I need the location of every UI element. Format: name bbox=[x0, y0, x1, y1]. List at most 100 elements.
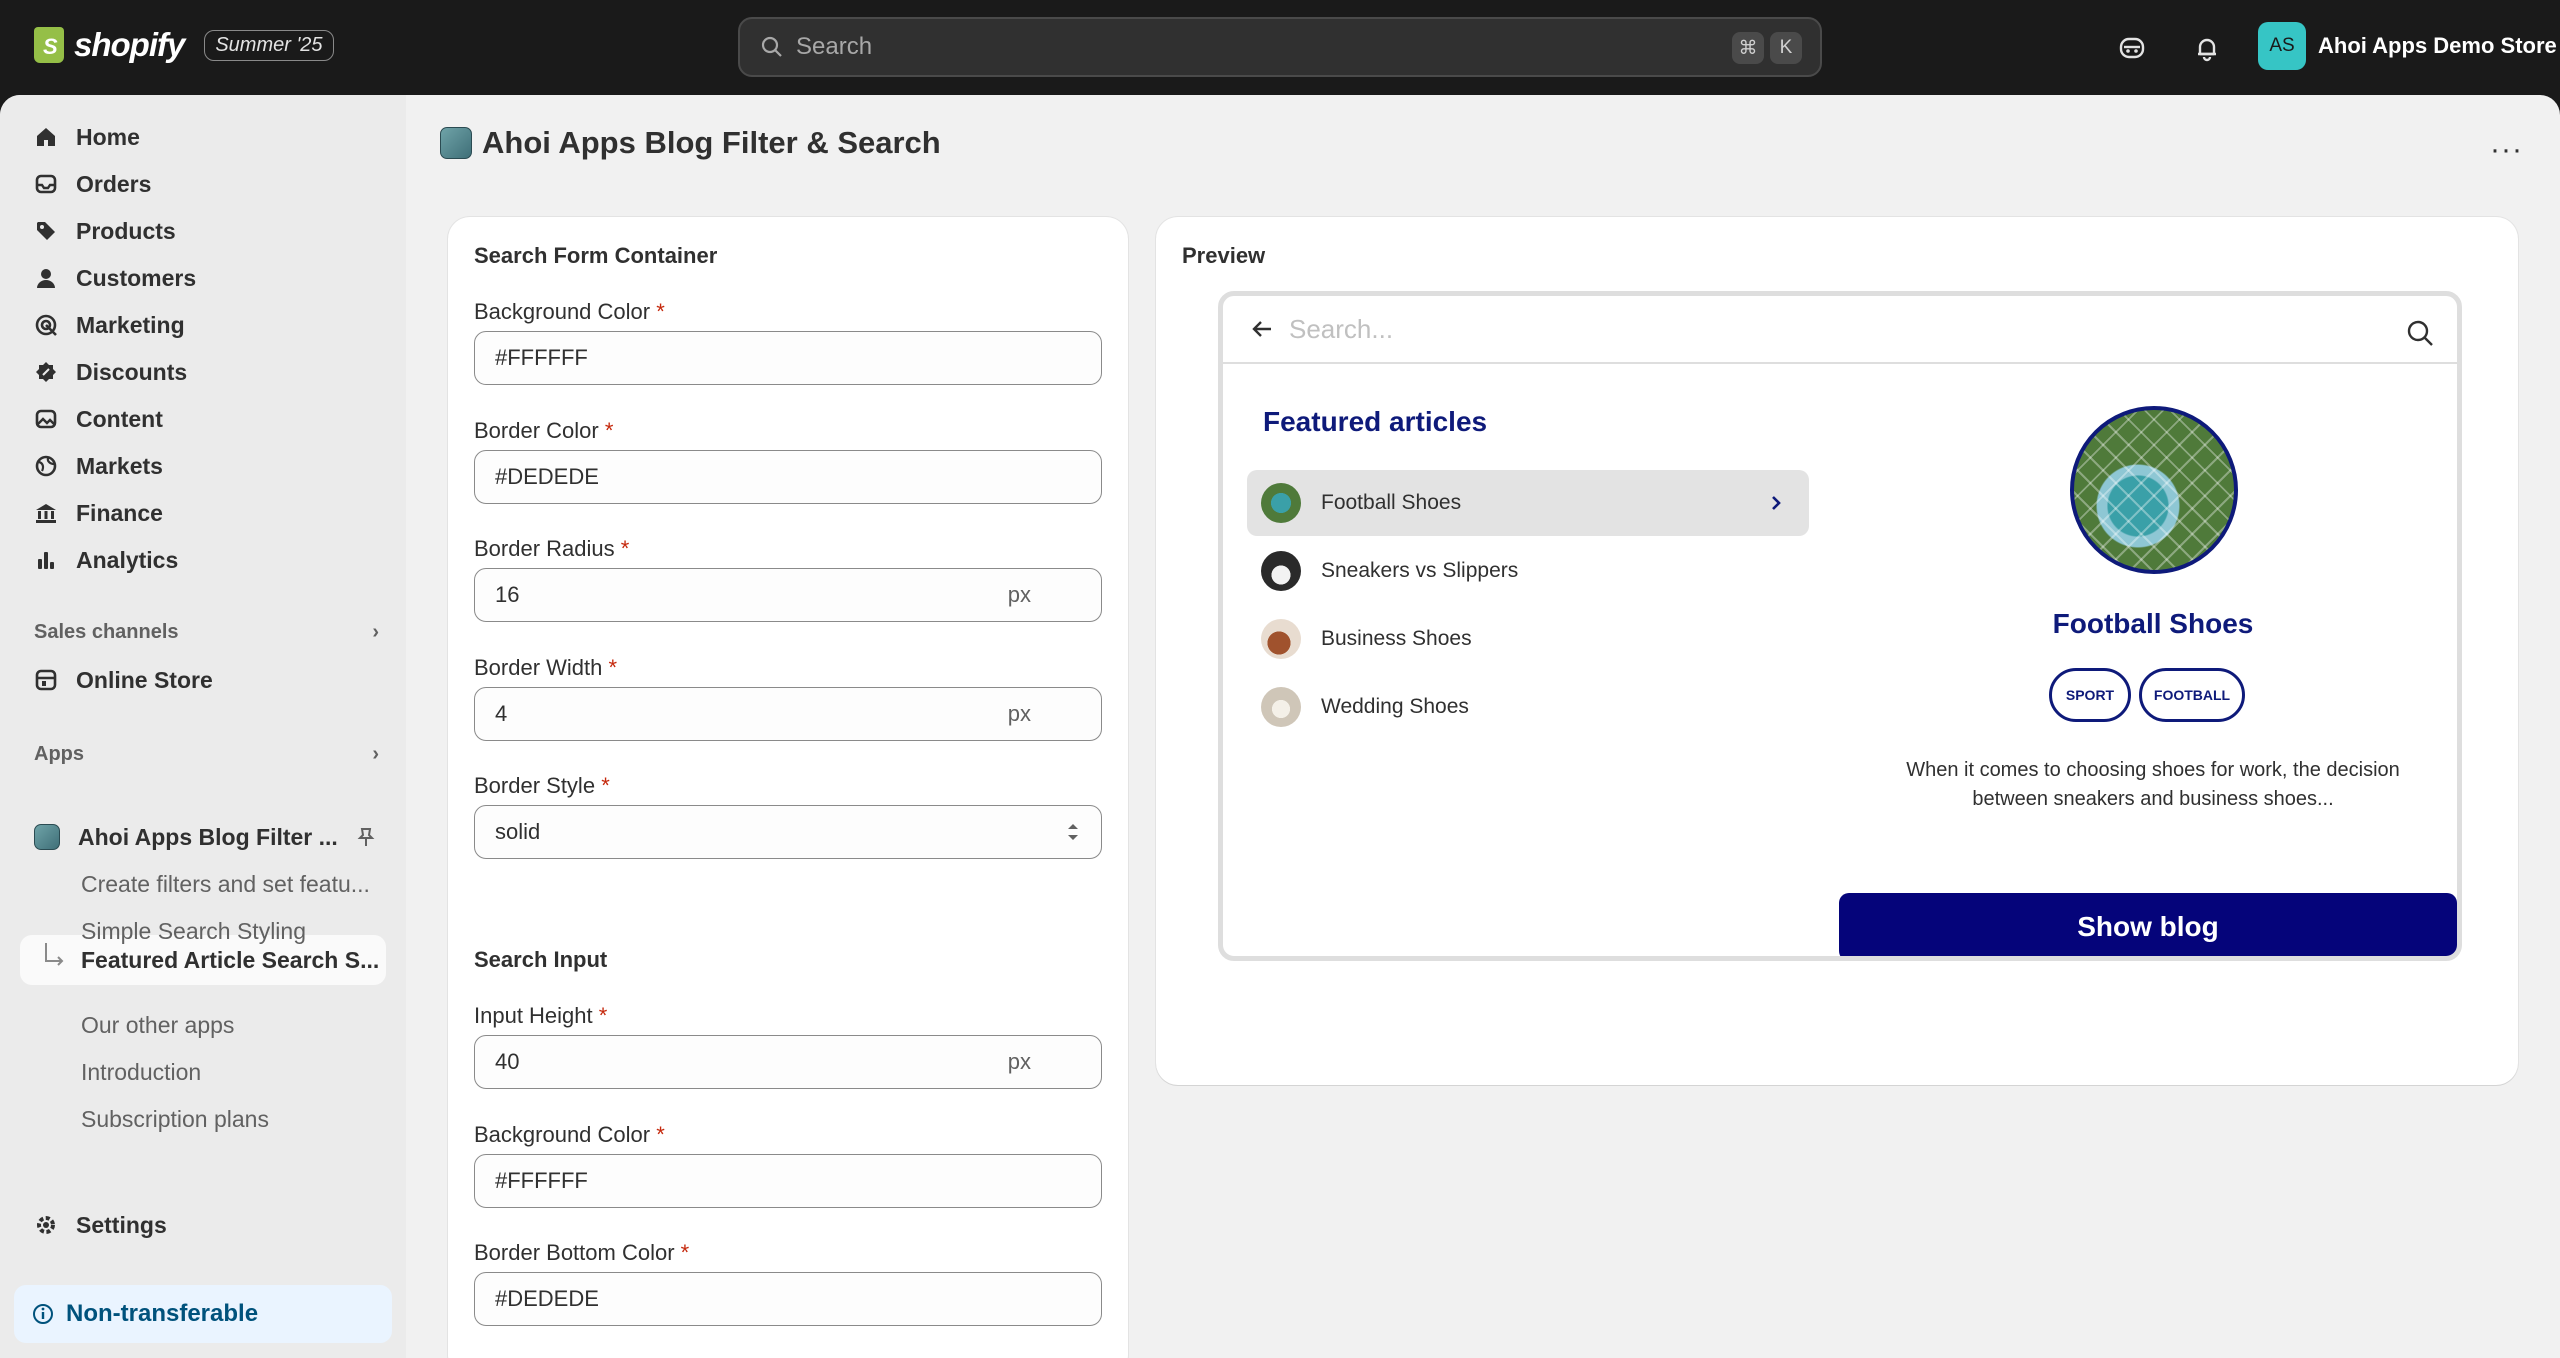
shopify-bag-icon bbox=[34, 27, 64, 63]
shopify-logo[interactable]: shopify Summer '25 bbox=[34, 26, 334, 64]
input-height-input[interactable]: 40 px bbox=[474, 1035, 1102, 1089]
discount-icon bbox=[36, 362, 56, 382]
nav-label: Products bbox=[76, 217, 176, 244]
shortcut-k-key: K bbox=[1770, 32, 1802, 64]
article-thumbnail bbox=[1261, 619, 1301, 659]
unit-suffix: px bbox=[1007, 1049, 1031, 1074]
nav-online-store[interactable]: Online Store bbox=[20, 658, 385, 702]
image-icon bbox=[35, 409, 57, 429]
field-label: Border Color * bbox=[474, 418, 614, 443]
sales-channels-heading[interactable]: Sales channels › bbox=[34, 621, 379, 644]
field-label: Border Bottom Color * bbox=[474, 1240, 690, 1265]
chevron-right-icon bbox=[1772, 496, 1781, 510]
nav-label: Content bbox=[76, 405, 163, 432]
settings-form-card: Search Form Container Background Color *… bbox=[448, 217, 1128, 1358]
tree-branch-icon bbox=[45, 943, 64, 966]
preview-search-placeholder: Search... bbox=[1289, 313, 1394, 344]
nav-label: Orders bbox=[76, 170, 152, 197]
bank-icon bbox=[36, 504, 56, 523]
article-title: Sneakers vs Slippers bbox=[1321, 559, 1519, 582]
subnav-other-apps[interactable]: Our other apps bbox=[81, 1003, 234, 1047]
nav-label: Settings bbox=[76, 1211, 167, 1238]
subnav-subscription-plans[interactable]: Subscription plans bbox=[81, 1097, 269, 1141]
subnav-create-filters[interactable]: Create filters and set featu... bbox=[81, 862, 370, 906]
nav-label: Customers bbox=[76, 264, 197, 291]
chevron-right-icon: › bbox=[372, 621, 379, 643]
nav-content[interactable]: Content bbox=[20, 397, 385, 441]
section-title-search-input: Search Input bbox=[474, 947, 608, 972]
nav-marketing[interactable]: Marketing bbox=[20, 303, 385, 347]
nav-label: Ahoi Apps Blog Filter ... bbox=[78, 823, 338, 850]
unit-suffix: px bbox=[1007, 701, 1031, 726]
storefront-icon bbox=[35, 669, 57, 691]
field-label: Background Color * bbox=[474, 299, 665, 324]
search-placeholder: Search bbox=[796, 33, 873, 60]
apps-label: Apps bbox=[34, 743, 84, 765]
show-blog-button[interactable]: Show blog bbox=[1839, 893, 2457, 956]
featured-article-image bbox=[2070, 406, 2238, 574]
nav-label: Analytics bbox=[76, 546, 179, 573]
nav-markets[interactable]: Markets bbox=[20, 444, 385, 488]
input-border-bottom-color-input[interactable]: #DEDEDE bbox=[474, 1272, 1102, 1326]
sidebar: Home Orders Products Customers Marketing… bbox=[0, 95, 406, 1358]
edition-badge: Summer '25 bbox=[204, 29, 334, 61]
article-title: Football Shoes bbox=[1321, 491, 1462, 514]
nav-app-ahoi[interactable]: Ahoi Apps Blog Filter ... bbox=[20, 815, 385, 859]
field-label: Background Color * bbox=[474, 1122, 665, 1147]
app-icon bbox=[34, 824, 60, 850]
globe-icon bbox=[35, 455, 57, 477]
container-border-radius-input[interactable]: 16 px bbox=[474, 568, 1102, 622]
nav-label: Finance bbox=[76, 499, 163, 526]
target-icon bbox=[35, 314, 57, 336]
nav-home[interactable]: Home bbox=[20, 115, 385, 159]
nav-finance[interactable]: Finance bbox=[20, 491, 385, 535]
nav-customers[interactable]: Customers bbox=[20, 256, 385, 300]
info-icon bbox=[33, 1304, 53, 1324]
featured-article-title: Football Shoes bbox=[2052, 608, 2254, 639]
article-item-business-shoes[interactable]: Business Shoes bbox=[1247, 606, 1809, 672]
input-bg-color-input[interactable]: #FFFFFF bbox=[474, 1154, 1102, 1208]
container-bg-color-input[interactable]: #FFFFFF bbox=[474, 331, 1102, 385]
nav-analytics[interactable]: Analytics bbox=[20, 538, 385, 582]
article-item-wedding-shoes[interactable]: Wedding Shoes bbox=[1247, 674, 1809, 740]
nav-discounts[interactable]: Discounts bbox=[20, 350, 385, 394]
subnav-featured-article-search[interactable]: Featured Article Search S... bbox=[81, 938, 379, 982]
global-search[interactable]: Search ⌘ K bbox=[738, 17, 1822, 77]
nav-label: Markets bbox=[76, 452, 163, 479]
sidekick-icon[interactable] bbox=[2112, 28, 2152, 68]
subnav-introduction[interactable]: Introduction bbox=[81, 1050, 201, 1094]
apps-heading[interactable]: Apps › bbox=[34, 743, 379, 766]
chevron-right-icon: › bbox=[372, 743, 379, 765]
preview-search-bar[interactable]: Search... bbox=[1223, 296, 2457, 364]
field-label: Border Width * bbox=[474, 655, 618, 680]
more-actions-button[interactable]: ··· bbox=[2490, 133, 2523, 167]
container-border-color-input[interactable]: #DEDEDE bbox=[474, 450, 1102, 504]
page-title: Ahoi Apps Blog Filter & Search bbox=[440, 125, 941, 161]
field-label: Border Radius * bbox=[474, 536, 630, 561]
tag-sport[interactable]: SPORT bbox=[2049, 668, 2131, 722]
app-icon bbox=[440, 127, 472, 159]
select-arrows-icon bbox=[1068, 824, 1078, 840]
nav-settings[interactable]: Settings bbox=[20, 1203, 385, 1247]
article-item-football-shoes[interactable]: Football Shoes bbox=[1247, 470, 1809, 536]
back-arrow-icon[interactable] bbox=[1249, 316, 1275, 342]
tag-football[interactable]: FOOTBALL bbox=[2139, 668, 2245, 722]
container-border-width-input[interactable]: 4 px bbox=[474, 687, 1102, 741]
non-transferable-banner[interactable]: Non-transferable bbox=[14, 1285, 392, 1343]
nav-orders[interactable]: Orders bbox=[20, 162, 385, 206]
nav-label: Home bbox=[76, 123, 140, 150]
pin-icon[interactable] bbox=[355, 826, 377, 848]
search-icon[interactable] bbox=[2405, 318, 2435, 348]
nav-label: Discounts bbox=[76, 358, 188, 385]
article-title: Wedding Shoes bbox=[1321, 695, 1469, 718]
store-menu[interactable]: AS Ahoi Apps Demo Store bbox=[2258, 22, 2557, 70]
shortcut-cmd-key: ⌘ bbox=[1732, 32, 1764, 64]
featured-articles-heading: Featured articles bbox=[1263, 406, 1488, 437]
preview-heading: Preview bbox=[1182, 243, 1266, 268]
nav-products[interactable]: Products bbox=[20, 209, 385, 253]
notifications-bell-icon[interactable] bbox=[2187, 28, 2227, 68]
search-icon bbox=[761, 36, 782, 57]
article-item-sneakers[interactable]: Sneakers vs Slippers bbox=[1247, 538, 1809, 604]
container-border-style-select[interactable]: solid bbox=[474, 805, 1102, 859]
admin-shell: Home Orders Products Customers Marketing… bbox=[0, 95, 2560, 1358]
